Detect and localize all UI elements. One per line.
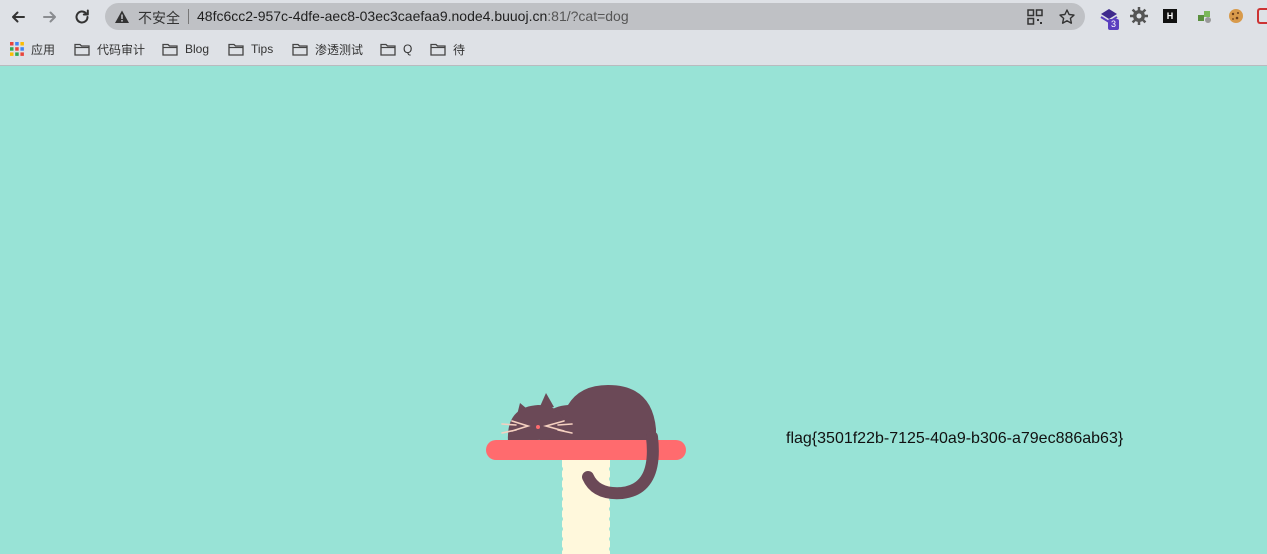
star-icon[interactable] [1058,8,1076,26]
qr-code-icon[interactable] [1026,8,1044,26]
address-divider [188,9,189,24]
url-text[interactable]: 48fc6cc2-957c-4dfe-aec8-03ec3caefaa9.nod… [197,8,629,24]
extension-wappalyzer[interactable]: 3 [1099,6,1121,30]
h-extension-icon[interactable]: H [1163,9,1177,23]
bookmark-folder-q[interactable]: Q [380,40,412,58]
bookmark-label: 代码审计 [97,42,146,57]
bookmark-folder-pentest[interactable]: 渗透测试 [292,40,363,58]
browser-toolbar: 不安全 48fc6cc2-957c-4dfe-aec8-03ec3caefaa9… [0,0,1267,33]
bookmark-label: 渗透测试 [315,42,364,57]
url-path: :81/?cat=dog [547,8,629,24]
reload-button[interactable] [70,5,94,29]
video-extension-icon[interactable] [1257,8,1267,24]
folder-icon [292,43,308,56]
url-host: 48fc6cc2-957c-4dfe-aec8-03ec3caefaa9.nod… [197,8,548,24]
bookmark-label: 应用 [31,42,56,57]
puzzle-extension-icon[interactable] [1196,7,1214,25]
folder-icon [228,43,244,56]
bookmark-folder-code-audit[interactable]: 代码审计 [74,40,145,58]
reload-icon [75,9,89,24]
arrow-right-icon [43,11,56,23]
folder-icon [74,43,90,56]
cat [501,385,656,449]
cookie-icon[interactable] [1227,7,1245,25]
flag-text: flag{3501f22b-7125-40a9-b306-a79ec886ab6… [786,430,1124,447]
apps-grid-icon [10,42,24,56]
address-bar[interactable]: 不安全 48fc6cc2-957c-4dfe-aec8-03ec3caefaa9… [105,3,1085,30]
bookmark-label: Q [403,42,413,56]
bookmark-label: Tips [251,42,274,56]
security-label[interactable]: 不安全 [138,8,180,28]
bookmark-label: Blog [185,42,210,56]
bookmark-label: 待 [453,42,466,57]
bookmarks-bar: 应用 代码审计 Blog Tips 渗透测试 Q 待 [0,33,1267,66]
back-button[interactable] [6,5,30,29]
page-content: flag{3501f22b-7125-40a9-b306-a79ec886ab6… [0,67,1267,554]
layers-icon [1100,9,1119,30]
bookmark-folder-tips[interactable]: Tips [228,40,273,58]
folder-icon [380,43,396,56]
folder-icon [430,43,446,56]
bookmark-folder-pending[interactable]: 待 [430,40,465,58]
forward-button[interactable] [38,5,62,29]
folder-icon [162,43,178,56]
bookmark-folder-blog[interactable]: Blog [162,40,209,58]
extension-badge: 3 [1111,19,1117,29]
gear-extension-icon[interactable] [1130,7,1148,25]
warning-icon[interactable] [114,9,130,25]
arrow-left-icon [12,11,25,23]
sleeping-cat-illustration [486,385,686,554]
bookmark-apps[interactable]: 应用 [10,40,55,58]
